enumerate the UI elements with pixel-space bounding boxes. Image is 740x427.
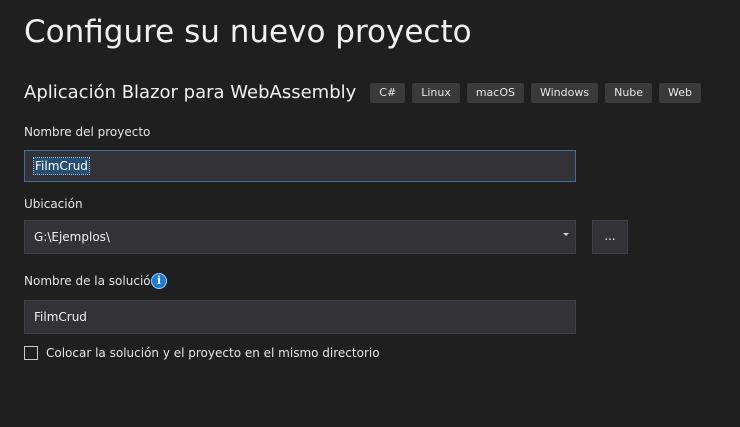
location-combobox[interactable]: G:\Ejemplos\ [24,220,576,254]
same-directory-label[interactable]: Colocar la solución y el proyecto en el … [46,346,380,360]
info-icon[interactable]: i [151,273,167,289]
template-name: Aplicación Blazor para WebAssembly [24,82,357,103]
location-value: G:\Ejemplos\ [34,230,110,244]
tag-macos: macOS [466,82,524,103]
project-name-input[interactable]: FilmCrud [24,150,576,182]
tag-windows: Windows [530,82,599,103]
template-summary: Aplicación Blazor para WebAssembly C# Li… [24,82,702,103]
location-label: Ubicación [24,197,83,211]
tag-csharp: C# [370,82,406,103]
page-title: Configure su nuevo proyecto [24,14,472,50]
solution-name-label: Nombre de la solución [24,274,159,288]
tag-web: Web [659,82,702,103]
template-tags: C# Linux macOS Windows Nube Web [370,82,702,103]
project-name-label: Nombre del proyecto [24,125,151,139]
tag-linux: Linux [412,82,460,103]
chevron-down-icon[interactable] [563,233,569,236]
tag-nube: Nube [605,82,653,103]
same-directory-option[interactable]: Colocar la solución y el proyecto en el … [24,346,380,360]
solution-name-input[interactable]: FilmCrud [24,300,576,334]
same-directory-checkbox[interactable] [24,346,38,360]
browse-button[interactable]: ... [592,220,628,254]
project-name-value: FilmCrud [33,157,90,175]
solution-name-value: FilmCrud [34,310,87,324]
